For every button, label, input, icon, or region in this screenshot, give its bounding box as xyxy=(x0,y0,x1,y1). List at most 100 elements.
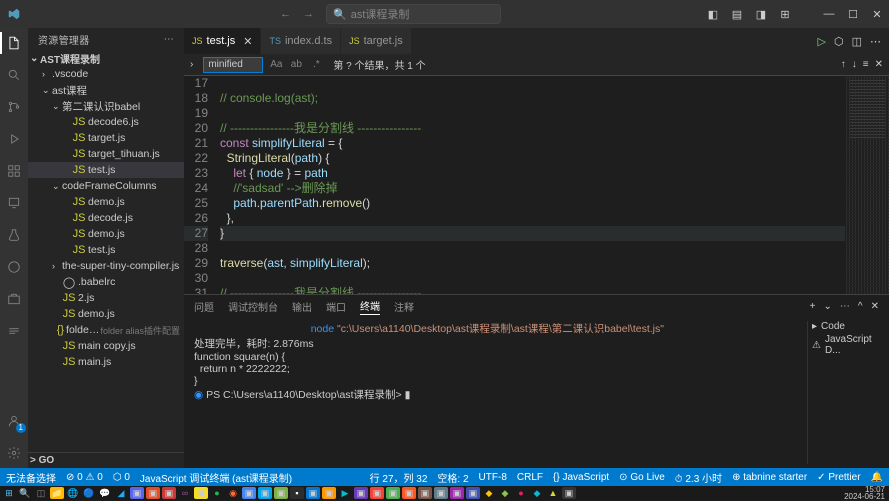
panel-more-icon[interactable]: ⋯ xyxy=(840,301,850,312)
split-icon[interactable]: ◫ xyxy=(852,35,862,48)
tree-item[interactable]: JSdecode6.js xyxy=(28,114,184,130)
tree-item[interactable]: JSmain copy.js xyxy=(28,338,184,354)
docker-icon[interactable] xyxy=(5,322,23,340)
status-item[interactable]: 空格: 2 xyxy=(437,470,468,485)
editor-tab[interactable]: JStarget.js xyxy=(341,28,412,54)
minimap[interactable] xyxy=(845,76,889,294)
status-item[interactable]: ✓ Prettier xyxy=(817,470,860,485)
find-selection-icon[interactable]: ≡ xyxy=(863,59,869,70)
taskbar-clock[interactable]: 15:07 2024-06-21 xyxy=(844,486,887,500)
tb-app8-icon[interactable]: ▣ xyxy=(274,487,288,499)
tb-edge-icon[interactable]: 🌐 xyxy=(66,487,80,499)
debug-icon[interactable]: ⬡ xyxy=(834,35,844,48)
tree-item[interactable]: ›.vscode xyxy=(28,66,184,82)
tb-app4-icon[interactable]: ▣ xyxy=(194,487,208,499)
sidebar-more-icon[interactable]: ⋯ xyxy=(164,34,174,45)
panel-tab[interactable]: 调试控制台 xyxy=(228,299,278,314)
settings-icon[interactable] xyxy=(5,444,23,462)
tb-app18-icon[interactable]: ▣ xyxy=(466,487,480,499)
tb-app3-icon[interactable]: ▣ xyxy=(162,487,176,499)
tree-item[interactable]: JSdecode.js xyxy=(28,210,184,226)
tree-item[interactable]: JSmain.js xyxy=(28,354,184,370)
tree-item[interactable]: ⌄第二课认识babel xyxy=(28,98,184,114)
status-item[interactable]: 无法备选择 xyxy=(6,470,56,485)
explorer-icon[interactable] xyxy=(5,34,23,52)
tb-app6-icon[interactable]: ▣ xyxy=(242,487,256,499)
tree-item[interactable]: JS2.js xyxy=(28,290,184,306)
status-item[interactable]: ⊕ tabnine starter xyxy=(732,470,807,485)
tb-app7-icon[interactable]: ▣ xyxy=(258,487,272,499)
status-item[interactable]: {} JavaScript xyxy=(553,470,609,485)
tb-app20-icon[interactable]: ◆ xyxy=(498,487,512,499)
tb-vscode-icon[interactable]: ◢ xyxy=(114,487,128,499)
account-icon[interactable]: 1 xyxy=(5,412,23,430)
panel-tab[interactable]: 输出 xyxy=(292,299,312,314)
command-center[interactable]: 🔍 ast课程录制 xyxy=(326,4,501,24)
find-close-icon[interactable]: ✕ xyxy=(875,59,883,70)
tree-item[interactable]: ›the-super-tiny-compiler.js xyxy=(28,258,184,274)
tb-taskview-icon[interactable]: ◫ xyxy=(34,487,48,499)
nav-forward-icon[interactable]: → xyxy=(303,8,314,20)
bookmark-icon[interactable] xyxy=(5,258,23,276)
editor-tab[interactable]: TSindex.d.ts xyxy=(261,28,341,54)
tb-app2-icon[interactable]: ▣ xyxy=(146,487,160,499)
find-expand-icon[interactable]: › xyxy=(190,59,193,70)
tb-app22-icon[interactable]: ◆ xyxy=(530,487,544,499)
tb-app10-icon[interactable]: ▣ xyxy=(322,487,336,499)
vscode-menu-icon[interactable] xyxy=(6,6,22,22)
tb-spotify-icon[interactable]: ● xyxy=(210,487,224,499)
find-case-icon[interactable]: Aa xyxy=(269,59,283,70)
tb-terminal-icon[interactable]: ▪ xyxy=(290,487,304,499)
status-item[interactable]: UTF-8 xyxy=(479,470,507,485)
status-item[interactable]: ⊘ 0 ⚠ 0 xyxy=(66,470,103,485)
tb-app9-icon[interactable]: ▣ xyxy=(306,487,320,499)
layout-bottom-icon[interactable]: ▤ xyxy=(731,8,743,21)
tb-app1-icon[interactable]: ▣ xyxy=(130,487,144,499)
status-item[interactable]: 🔔 xyxy=(871,470,883,485)
panel-maximize-icon[interactable]: ^ xyxy=(858,301,863,312)
extensions-icon[interactable] xyxy=(5,162,23,180)
panel-tab[interactable]: 注释 xyxy=(394,299,414,314)
terminal-group[interactable]: ▸Code xyxy=(812,321,879,332)
tb-app17-icon[interactable]: ▣ xyxy=(450,487,464,499)
run-debug-icon[interactable] xyxy=(5,130,23,148)
panel-tab[interactable]: 问题 xyxy=(194,299,214,314)
tb-explorer-icon[interactable]: 📁 xyxy=(50,487,64,499)
tree-item[interactable]: JStarget_tihuan.js xyxy=(28,146,184,162)
terminal[interactable]: node "c:\Users\a1140\Desktop\ast课程录制\ast… xyxy=(184,317,889,468)
tb-app15-icon[interactable]: ▣ xyxy=(418,487,432,499)
code-editor[interactable]: 1718192021222324252627282930313233343536… xyxy=(184,76,889,294)
explorer-root-header[interactable]: ⌄AST课程录制 xyxy=(28,50,184,66)
status-item[interactable]: JavaScript 调试终端 (ast课程录制) xyxy=(140,470,292,485)
window-minimize-icon[interactable]: ― xyxy=(823,8,835,21)
project-icon[interactable] xyxy=(5,290,23,308)
panel-add-icon[interactable]: + xyxy=(810,301,816,312)
tree-item[interactable]: ⌄ast课程 xyxy=(28,82,184,98)
editor-tab[interactable]: JStest.js✕ xyxy=(184,28,261,54)
find-regex-icon[interactable]: .* xyxy=(309,59,323,70)
start-icon[interactable]: ⊞ xyxy=(2,487,16,499)
tb-app14-icon[interactable]: ▣ xyxy=(402,487,416,499)
panel-close-icon[interactable]: ✕ xyxy=(871,301,879,312)
tb-app11-icon[interactable]: ▣ xyxy=(354,487,368,499)
find-next-icon[interactable]: ↓ xyxy=(852,59,857,70)
testing-icon[interactable] xyxy=(5,226,23,244)
layout-panel-icon[interactable]: ⊞ xyxy=(779,8,791,21)
status-item[interactable]: 行 27，列 32 xyxy=(370,470,428,485)
layout-right-icon[interactable]: ◨ xyxy=(755,8,767,21)
tree-item[interactable]: JSdemo.js xyxy=(28,306,184,322)
terminal-group[interactable]: ⚠JavaScript D... xyxy=(812,334,879,356)
tree-item[interactable]: ◯.babelrc xyxy=(28,274,184,290)
tb-app23-icon[interactable]: ▲ xyxy=(546,487,560,499)
more-icon[interactable]: ⋯ xyxy=(870,35,881,48)
tb-app5-icon[interactable]: ◉ xyxy=(226,487,240,499)
tree-item[interactable]: JStarget.js xyxy=(28,130,184,146)
remote-icon[interactable] xyxy=(5,194,23,212)
status-item[interactable]: ⏱ 2.3 小时 xyxy=(675,470,722,485)
tb-app13-icon[interactable]: ▣ xyxy=(386,487,400,499)
tree-item[interactable]: JSdemo.js xyxy=(28,194,184,210)
tb-app12-icon[interactable]: ▣ xyxy=(370,487,384,499)
tree-item[interactable]: JStest.js xyxy=(28,242,184,258)
panel-dropdown-icon[interactable]: ⌄ xyxy=(824,301,832,312)
tb-app19-icon[interactable]: ◆ xyxy=(482,487,496,499)
